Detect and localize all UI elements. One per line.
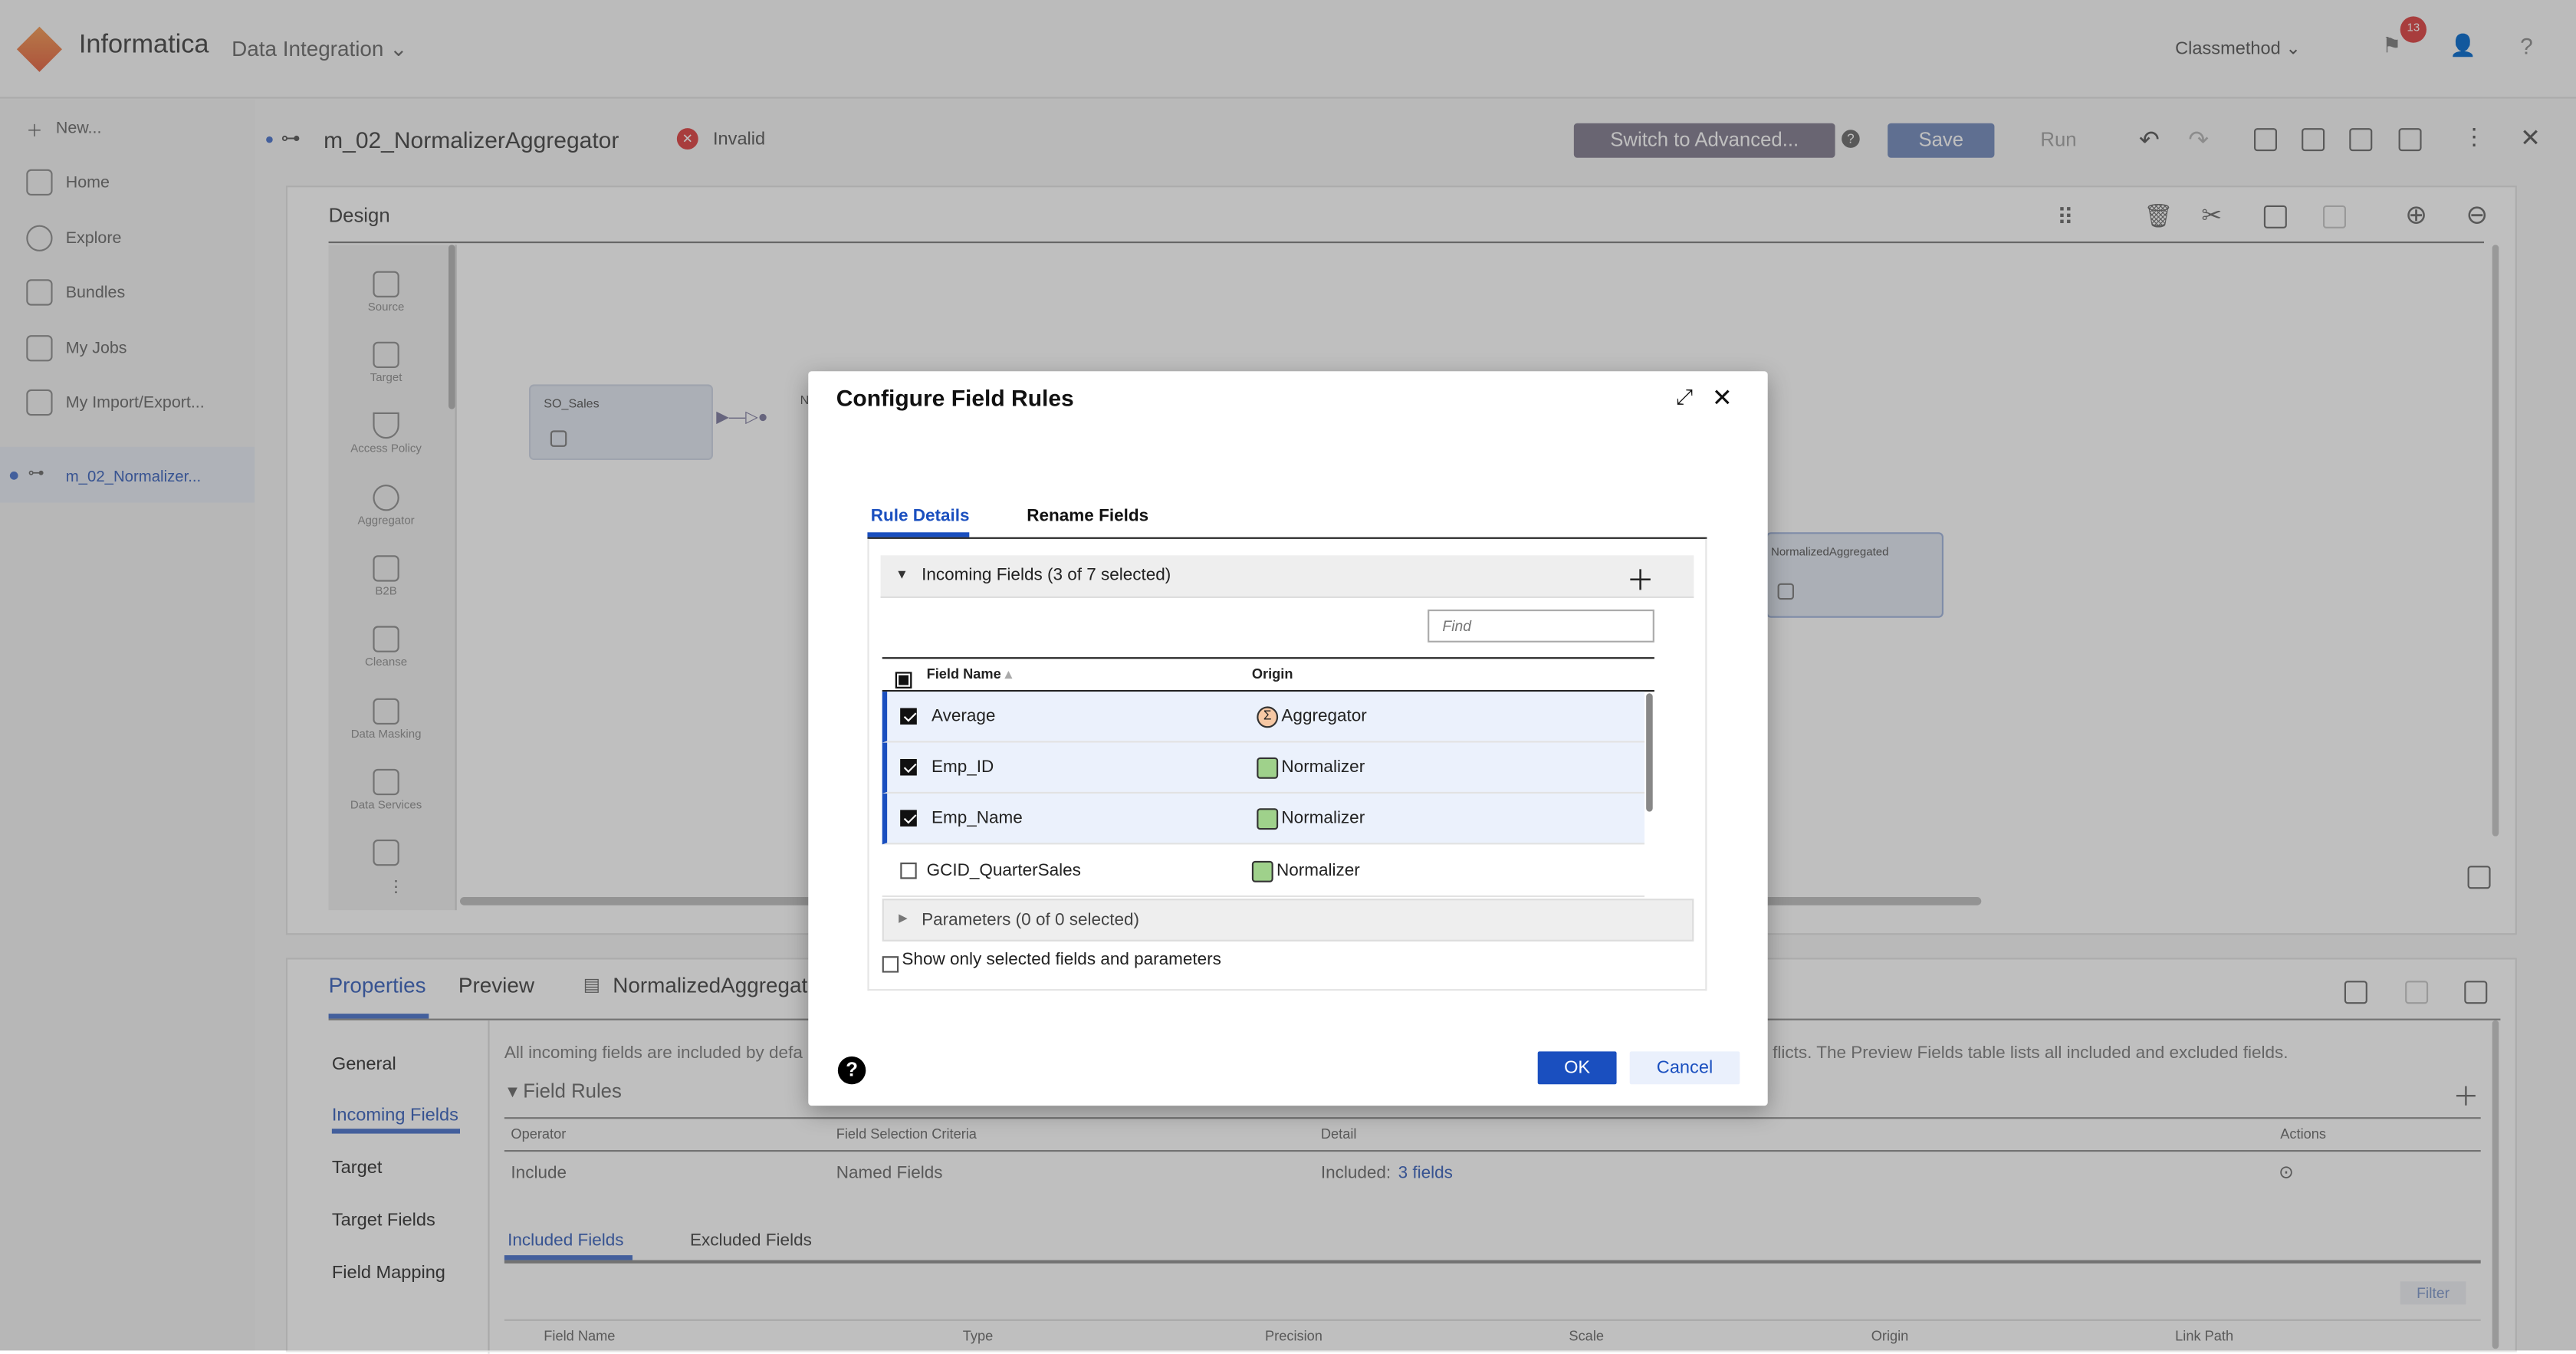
field-origin: Normalizer (1276, 860, 1360, 881)
row-checkbox[interactable] (900, 758, 917, 776)
sort-asc-icon: ▴ (1004, 665, 1013, 682)
select-all-checkbox[interactable] (895, 672, 912, 689)
expand-icon[interactable]: ⤢ (1676, 384, 1693, 410)
table-row[interactable]: Emp_Name Normalizer (882, 794, 1644, 845)
dialog-title: Configure Field Rules (836, 384, 1074, 411)
incoming-fields-section-header[interactable]: ▼ Incoming Fields (3 of 7 selected) ＋ (880, 555, 1694, 598)
caret-right-icon: ▶ (899, 913, 908, 925)
row-checkbox[interactable] (900, 708, 917, 725)
normalizer-icon (1251, 859, 1273, 882)
field-origin: Normalizer (1281, 757, 1365, 777)
incoming-fields-label: Incoming Fields (3 of 7 selected) (922, 565, 1171, 585)
normalizer-icon (1257, 807, 1279, 830)
field-name: Emp_Name (932, 808, 1023, 828)
row-checkbox[interactable] (900, 863, 917, 879)
column-header-field-name[interactable]: Field Name ▴ (927, 665, 1012, 684)
ok-button[interactable]: OK (1537, 1051, 1617, 1085)
parameters-label: Parameters (0 of 0 selected) (922, 910, 1140, 930)
field-origin: Aggregator (1281, 706, 1367, 727)
field-name: Average (932, 706, 996, 727)
help-icon[interactable]: ? (837, 1056, 866, 1085)
normalizer-icon (1257, 756, 1279, 778)
field-name: GCID_QuarterSales (926, 860, 1081, 881)
aggregator-icon: Σ (1257, 705, 1279, 728)
row-checkbox[interactable] (900, 810, 917, 827)
table-row[interactable]: GCID_QuarterSales Normalizer (882, 846, 1644, 897)
table-row[interactable]: Average Σ Aggregator (882, 692, 1644, 743)
find-input[interactable] (1428, 610, 1654, 642)
show-selected-label[interactable]: Show only selected fields and parameters (902, 950, 1221, 970)
app: Informatica Data Integration ⌄ Classmeth… (0, 0, 2576, 1354)
add-field-icon[interactable]: ＋ (1626, 557, 1654, 598)
caret-down-icon: ▼ (895, 567, 909, 582)
cancel-button[interactable]: Cancel (1629, 1051, 1740, 1085)
show-selected-checkbox[interactable] (882, 956, 899, 973)
fields-scrollbar[interactable] (1646, 693, 1653, 812)
field-name: Emp_ID (932, 757, 994, 777)
tab-rename-fields[interactable]: Rename Fields (1027, 506, 1148, 526)
column-header-origin: Origin (1251, 665, 1293, 682)
parameters-section-header[interactable]: ▶ Parameters (0 of 0 selected) (882, 899, 1694, 942)
field-origin: Normalizer (1281, 808, 1365, 828)
tab-rule-details[interactable]: Rule Details (871, 506, 970, 526)
close-icon[interactable]: ✕ (1712, 383, 1733, 412)
column-label: Field Name (926, 665, 1001, 682)
table-row[interactable]: Emp_ID Normalizer (882, 742, 1644, 794)
